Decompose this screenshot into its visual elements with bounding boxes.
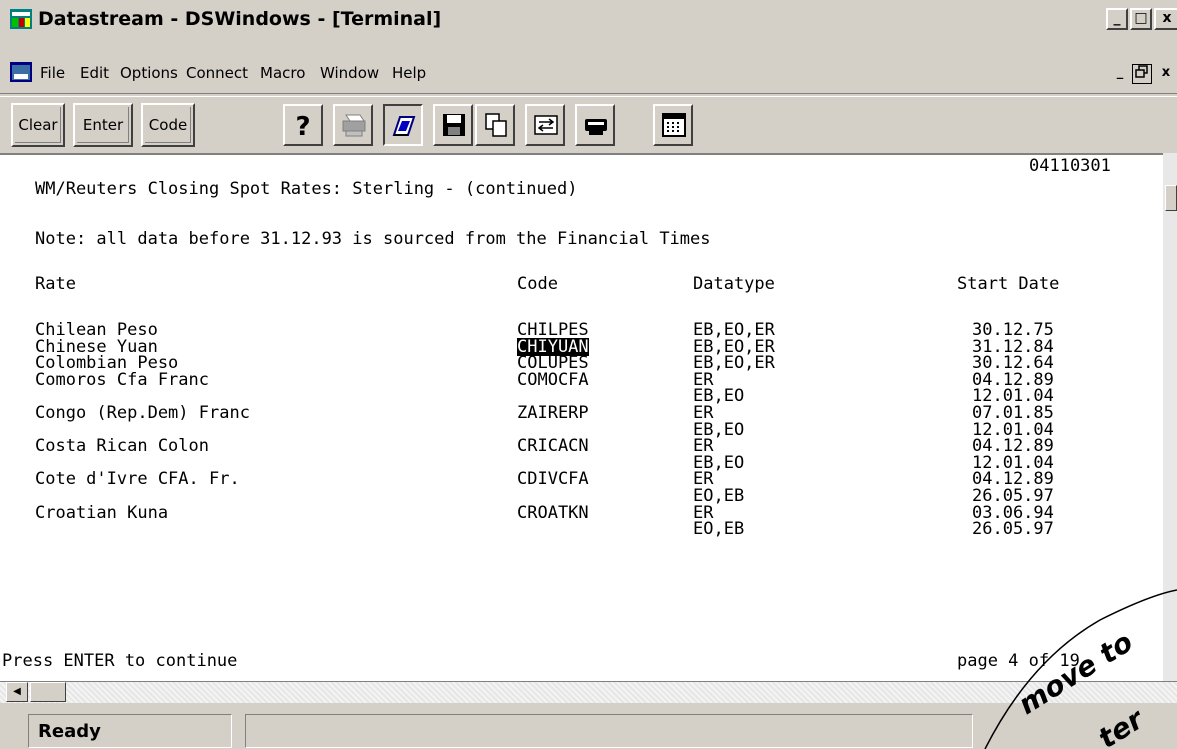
enter-button[interactable]: Enter xyxy=(73,103,133,147)
column-header-start-date: Start Date xyxy=(957,274,1060,294)
document-icon[interactable] xyxy=(10,62,32,82)
child-minimize-button[interactable]: _ xyxy=(1110,64,1130,84)
rate-code: CDIVCFA xyxy=(517,469,589,489)
scroll-left-arrow-icon[interactable]: ◀ xyxy=(6,682,28,702)
save-icon xyxy=(443,114,465,136)
printer-queue-icon xyxy=(585,119,607,135)
column-header-datatype: Datatype xyxy=(693,274,775,294)
app-window: Datastream - DSWindows - [Terminal] _ □ … xyxy=(0,0,1177,749)
rate-name: Congo (Rep.Dem) Franc xyxy=(35,403,250,423)
rate-name: Croatian Kuna xyxy=(35,503,169,523)
transfer-button[interactable] xyxy=(525,104,565,146)
app-icon xyxy=(10,9,32,29)
menu-help[interactable]: Help xyxy=(392,64,426,82)
help-button[interactable]: ? xyxy=(283,104,323,146)
rate-code: ZAIRERP xyxy=(517,403,589,423)
restore-icon xyxy=(1135,65,1148,78)
enter-label: Enter xyxy=(82,116,124,134)
continue-prompt: Press ENTER to continue xyxy=(2,651,238,671)
transfer-icon xyxy=(534,115,558,135)
rate-name: Cote d'Ivre CFA. Fr. xyxy=(35,469,240,489)
rate-name: Comoros Cfa Franc xyxy=(35,370,209,390)
menu-options[interactable]: Options xyxy=(120,64,178,82)
child-restore-button[interactable] xyxy=(1132,64,1152,84)
save-button[interactable] xyxy=(433,104,473,146)
print-icon xyxy=(342,114,366,137)
menu-file[interactable]: File xyxy=(40,64,65,82)
rate-code: COMOCFA xyxy=(517,370,589,390)
grid-icon xyxy=(662,113,686,137)
rate-start-date: 26.05.97 xyxy=(972,519,1054,539)
clear-button[interactable]: Clear xyxy=(11,103,65,147)
screen-heading: WM/Reuters Closing Spot Rates: Sterling … xyxy=(35,179,578,199)
status-pane-secondary xyxy=(245,714,973,748)
connect-icon xyxy=(392,116,416,136)
svg-text:?: ? xyxy=(295,112,310,139)
rate-code: CROATKN xyxy=(517,503,589,523)
menu-window[interactable]: Window xyxy=(320,64,379,82)
horizontal-scrollbar[interactable] xyxy=(0,681,1177,703)
column-header-rate: Rate xyxy=(35,274,76,294)
grid-button[interactable] xyxy=(653,104,693,146)
horizontal-scrollbar-thumb[interactable] xyxy=(30,682,66,702)
code-label: Code xyxy=(148,116,188,134)
status-text: Ready xyxy=(38,721,101,742)
vertical-scrollbar-thumb[interactable] xyxy=(1165,185,1177,211)
minimize-button[interactable]: _ xyxy=(1106,8,1128,30)
rate-code: CRICACN xyxy=(517,436,589,456)
rate-datatype: EO,EB xyxy=(693,519,745,539)
connect-button[interactable] xyxy=(383,104,423,146)
window-title: Datastream - DSWindows - [Terminal] xyxy=(38,8,442,30)
menu-edit[interactable]: Edit xyxy=(80,64,109,82)
maximize-button[interactable]: □ xyxy=(1130,8,1152,30)
vertical-scrollbar[interactable] xyxy=(1163,153,1177,681)
code-button[interactable]: Code xyxy=(141,103,195,147)
copy-button[interactable] xyxy=(475,104,515,146)
terminal-print-button[interactable] xyxy=(575,104,615,146)
help-icon: ? xyxy=(295,112,310,139)
menu-macro[interactable]: Macro xyxy=(260,64,305,82)
toolbar-separator xyxy=(0,93,1177,97)
print-button[interactable] xyxy=(333,104,373,146)
close-button[interactable]: x xyxy=(1154,8,1177,30)
title-bar[interactable]: Datastream - DSWindows - [Terminal] _ □ … xyxy=(0,0,1177,40)
screen-note: Note: all data before 31.12.93 is source… xyxy=(35,229,711,249)
rate-name: Costa Rican Colon xyxy=(35,436,209,456)
clear-label: Clear xyxy=(18,116,58,134)
copy-icon xyxy=(485,113,507,137)
page-id: 04110301 xyxy=(1029,156,1111,176)
child-close-button[interactable]: x xyxy=(1156,64,1176,84)
menu-connect[interactable]: Connect xyxy=(186,64,248,82)
column-header-code: Code xyxy=(517,274,558,294)
